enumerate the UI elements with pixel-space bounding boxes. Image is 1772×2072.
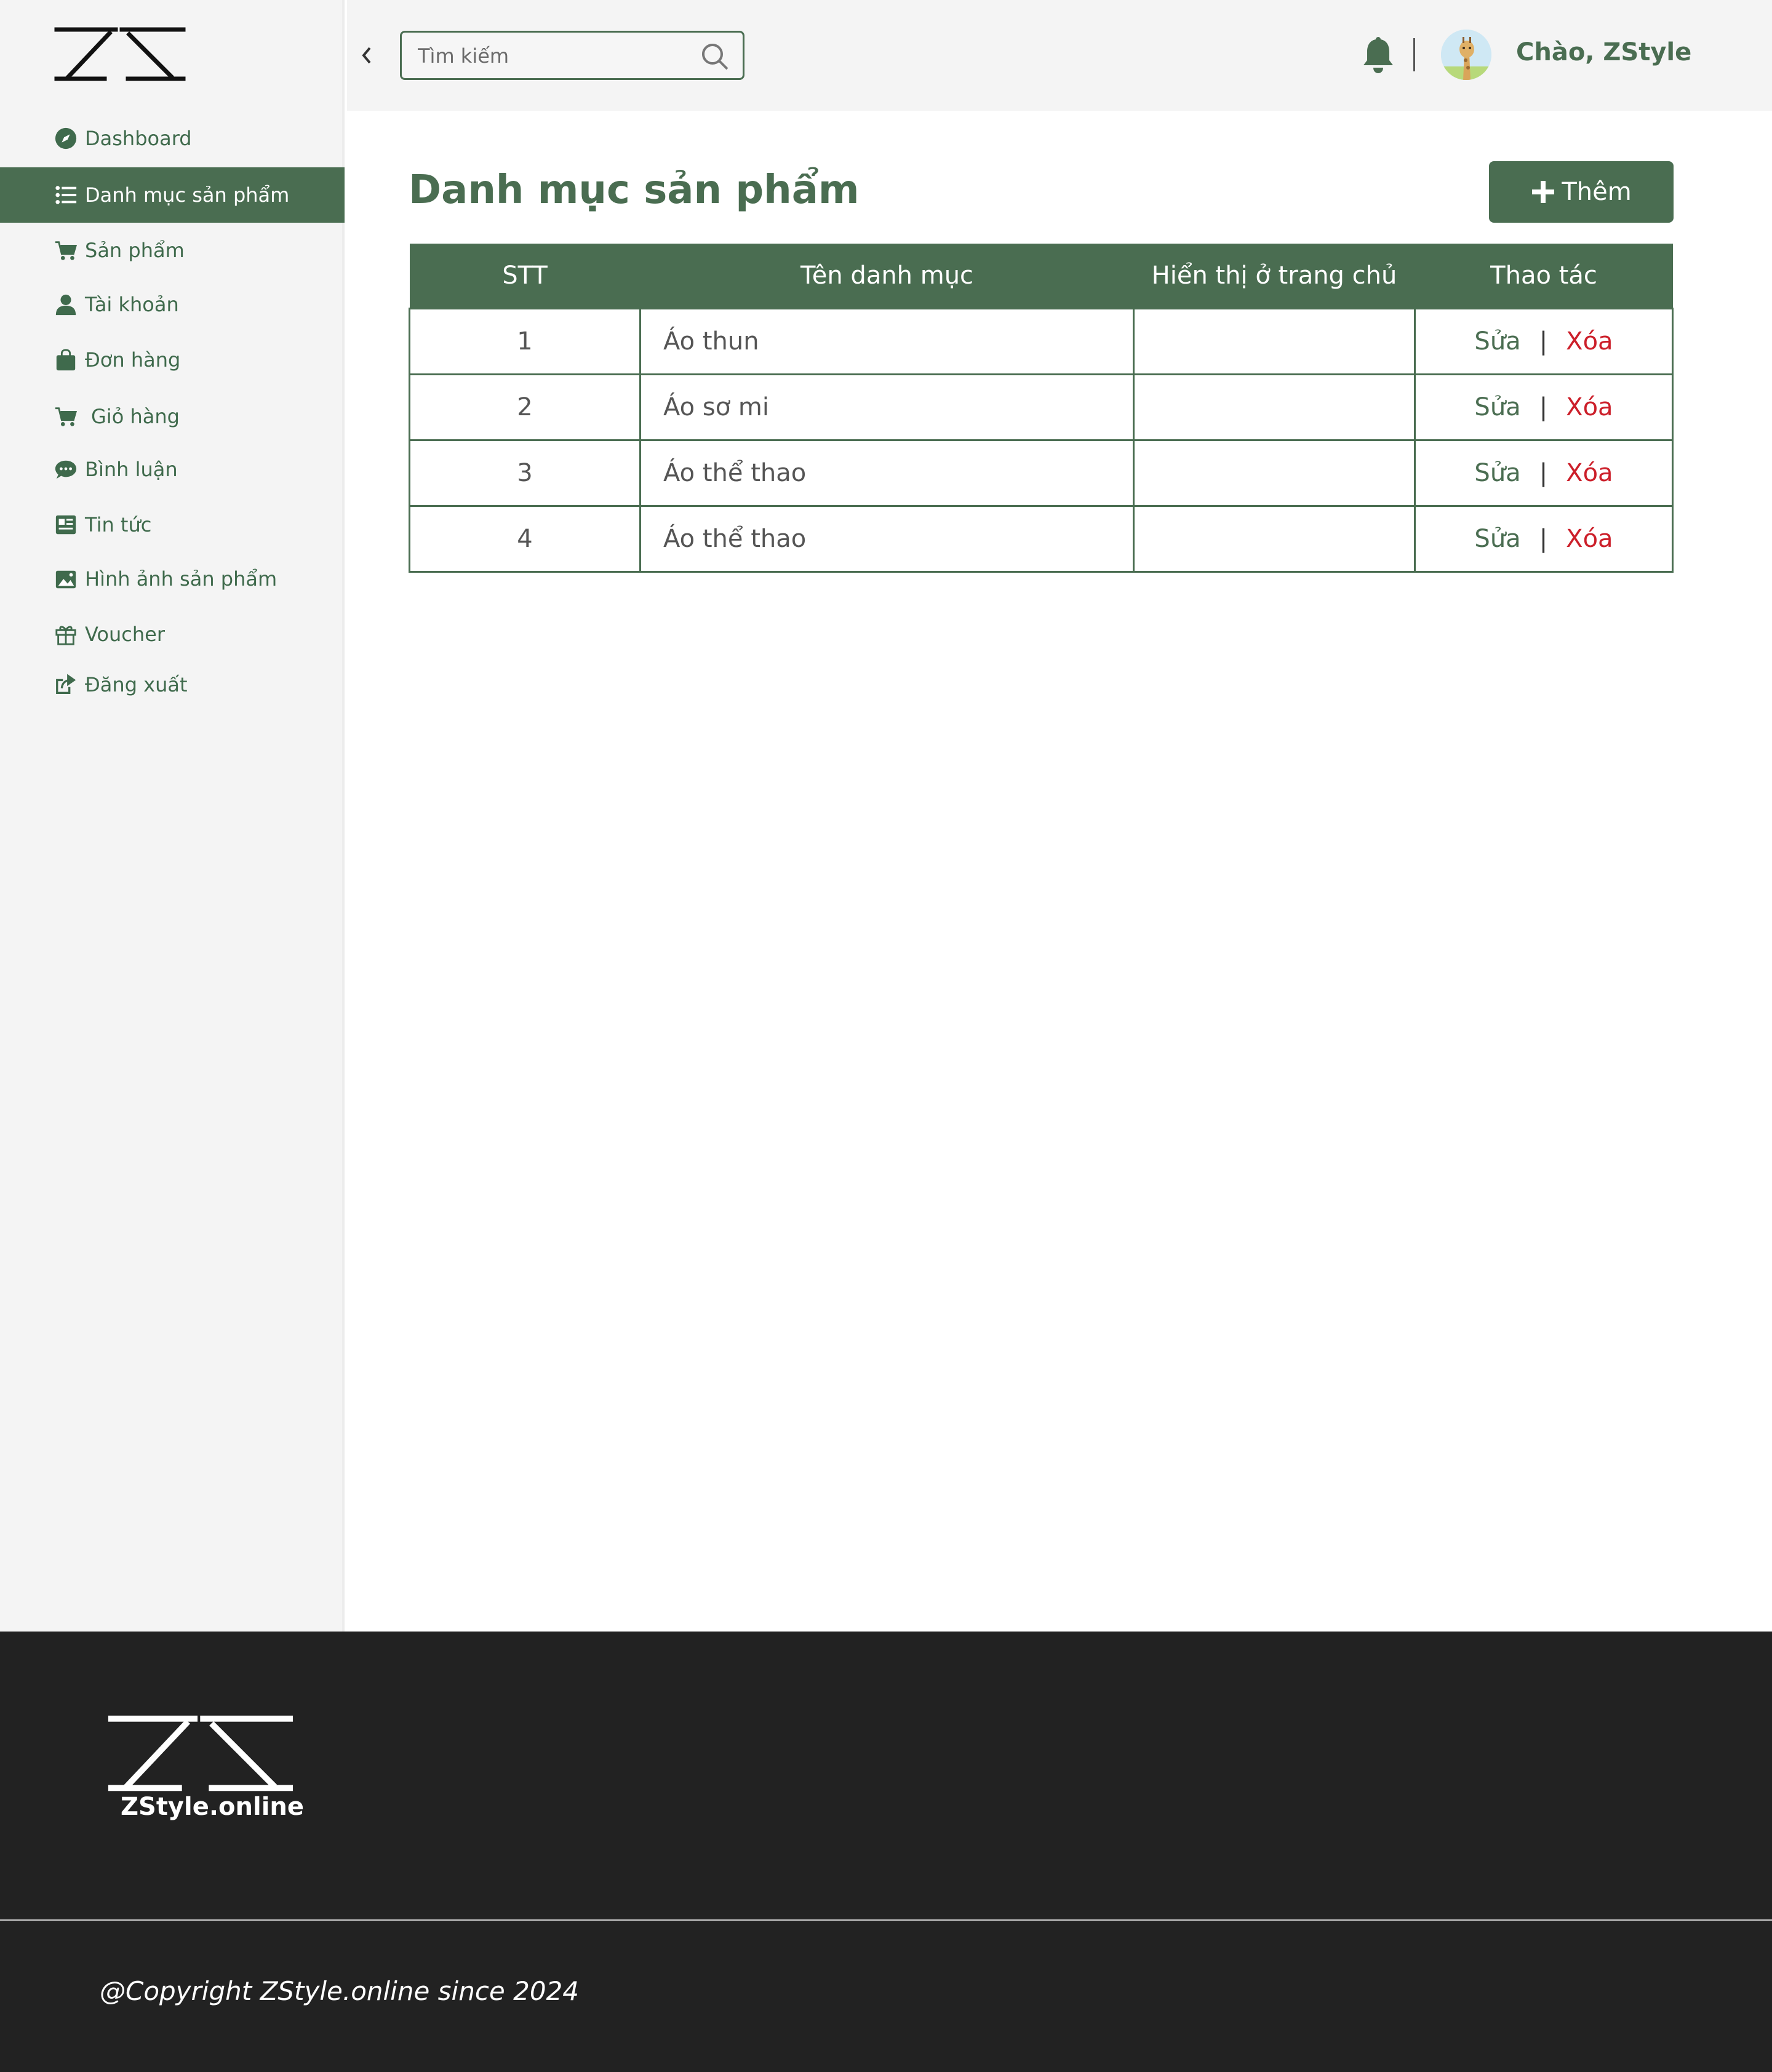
footer-brand-name: ZStyle.online: [121, 1793, 305, 1821]
table-row: 2 Áo sơ mi Sửa | Xóa: [409, 373, 1674, 441]
shopping-bag-icon: [53, 347, 79, 373]
row-stt: 4: [409, 505, 641, 573]
sidebar-item-label: Giỏ hàng: [91, 405, 180, 428]
gift-icon: [53, 621, 79, 647]
column-header-show-home: Hiển thị ở trang chủ: [1133, 244, 1415, 309]
edit-link[interactable]: Sửa: [1474, 459, 1520, 487]
user-greeting: Chào, ZStyle: [1516, 38, 1692, 66]
topbar-divider: [1413, 38, 1415, 71]
action-separator: |: [1539, 393, 1548, 421]
sidebar-item-accounts[interactable]: Tài khoản: [0, 277, 345, 332]
list-icon: [53, 182, 79, 208]
giraffe-avatar-icon: [1441, 30, 1491, 80]
row-show-home: [1133, 373, 1416, 441]
add-category-button[interactable]: Thêm: [1489, 161, 1674, 223]
action-separator: |: [1539, 459, 1548, 487]
delete-link[interactable]: Xóa: [1566, 327, 1613, 356]
row-stt: 2: [409, 373, 641, 441]
brand-logo[interactable]: [54, 27, 186, 81]
sidebar-item-label: Tin tức: [85, 513, 152, 536]
row-show-home: [1133, 439, 1416, 507]
page-title: Danh mục sản phẩm: [409, 167, 860, 213]
row-category-name: Áo thể thao: [639, 505, 1135, 573]
table-row: 4 Áo thể thao Sửa | Xóa: [409, 505, 1674, 573]
sidebar-item-label: Tài khoản: [85, 293, 179, 316]
delete-link[interactable]: Xóa: [1566, 393, 1613, 421]
image-icon: [53, 566, 79, 592]
sidebar-item-label: Danh mục sản phẩm: [85, 183, 290, 207]
sidebar-item-label: Hình ảnh sản phẩm: [85, 567, 277, 591]
column-header-stt: STT: [409, 244, 641, 309]
sidebar-item-products[interactable]: Sản phẩm: [0, 223, 345, 278]
row-stt: 1: [409, 308, 641, 375]
action-separator: |: [1539, 327, 1548, 356]
row-actions: Sửa | Xóa: [1414, 308, 1674, 375]
avatar[interactable]: [1441, 30, 1491, 80]
table-row: 1 Áo thun Sửa | Xóa: [409, 308, 1674, 375]
row-show-home: [1133, 308, 1416, 375]
sidebar-item-label: Đăng xuất: [85, 673, 188, 696]
sidebar-item-comments[interactable]: Bình luận: [0, 442, 345, 497]
user-icon: [53, 292, 79, 317]
delete-link[interactable]: Xóa: [1566, 459, 1613, 487]
sidebar-item-label: Đơn hàng: [85, 348, 181, 372]
column-header-actions: Thao tác: [1415, 244, 1673, 309]
row-actions: Sửa | Xóa: [1414, 505, 1674, 573]
sidebar-item-logout[interactable]: Đăng xuất: [0, 657, 345, 712]
add-button-label: Thêm: [1562, 178, 1632, 206]
cart-icon: [53, 404, 79, 429]
footer: ZStyle.online @Copyright ZStyle.online s…: [0, 1632, 1772, 2072]
compass-icon: [53, 126, 79, 151]
newspaper-icon: [53, 512, 79, 538]
row-actions: Sửa | Xóa: [1414, 373, 1674, 441]
copyright-text: @Copyright ZStyle.online since 2024: [100, 1976, 579, 2006]
row-show-home: [1133, 505, 1416, 573]
sidebar-toggle-button[interactable]: [353, 39, 380, 71]
category-table: STT Tên danh mục Hiển thị ở trang chủ Th…: [409, 244, 1674, 573]
action-separator: |: [1539, 525, 1548, 553]
footer-divider: [0, 1919, 1772, 1921]
sidebar-item-orders[interactable]: Đơn hàng: [0, 332, 345, 388]
sidebar-item-voucher[interactable]: Voucher: [0, 607, 345, 662]
sidebar-item-label: Sản phẩm: [85, 239, 185, 262]
search-box: [400, 31, 744, 80]
logout-icon: [53, 672, 79, 698]
row-category-name: Áo thể thao: [639, 439, 1135, 507]
row-category-name: Áo sơ mi: [639, 373, 1135, 441]
sidebar: Dashboard Danh mục sản phẩm Sản phẩm Tài…: [0, 0, 345, 1632]
row-actions: Sửa | Xóa: [1414, 439, 1674, 507]
edit-link[interactable]: Sửa: [1474, 327, 1520, 356]
bell-icon[interactable]: [1360, 34, 1397, 75]
sidebar-item-label: Voucher: [85, 623, 165, 646]
top-bar: Chào, ZStyle: [347, 0, 1772, 111]
plus-icon: [1532, 181, 1555, 203]
sidebar-item-category[interactable]: Danh mục sản phẩm: [0, 167, 345, 223]
row-category-name: Áo thun: [639, 308, 1135, 375]
footer-logo[interactable]: [105, 1715, 297, 1791]
column-header-name: Tên danh mục: [640, 244, 1134, 309]
search-icon[interactable]: [700, 41, 730, 72]
delete-link[interactable]: Xóa: [1566, 525, 1613, 553]
comment-icon: [53, 456, 79, 482]
edit-link[interactable]: Sửa: [1474, 393, 1520, 421]
table-header-row: STT Tên danh mục Hiển thị ở trang chủ Th…: [409, 244, 1673, 309]
chevron-left-icon: [362, 47, 371, 64]
sidebar-item-dashboard[interactable]: Dashboard: [0, 111, 345, 166]
cart-icon: [53, 237, 79, 263]
sidebar-item-label: Dashboard: [85, 127, 192, 150]
search-input[interactable]: [417, 41, 690, 71]
row-stt: 3: [409, 439, 641, 507]
sidebar-item-product-images[interactable]: Hình ảnh sản phẩm: [0, 551, 345, 607]
table-row: 3 Áo thể thao Sửa | Xóa: [409, 439, 1674, 507]
edit-link[interactable]: Sửa: [1474, 525, 1520, 553]
sidebar-item-cart[interactable]: Giỏ hàng: [0, 389, 345, 444]
sidebar-item-label: Bình luận: [85, 458, 178, 481]
sidebar-item-news[interactable]: Tin tức: [0, 497, 345, 552]
